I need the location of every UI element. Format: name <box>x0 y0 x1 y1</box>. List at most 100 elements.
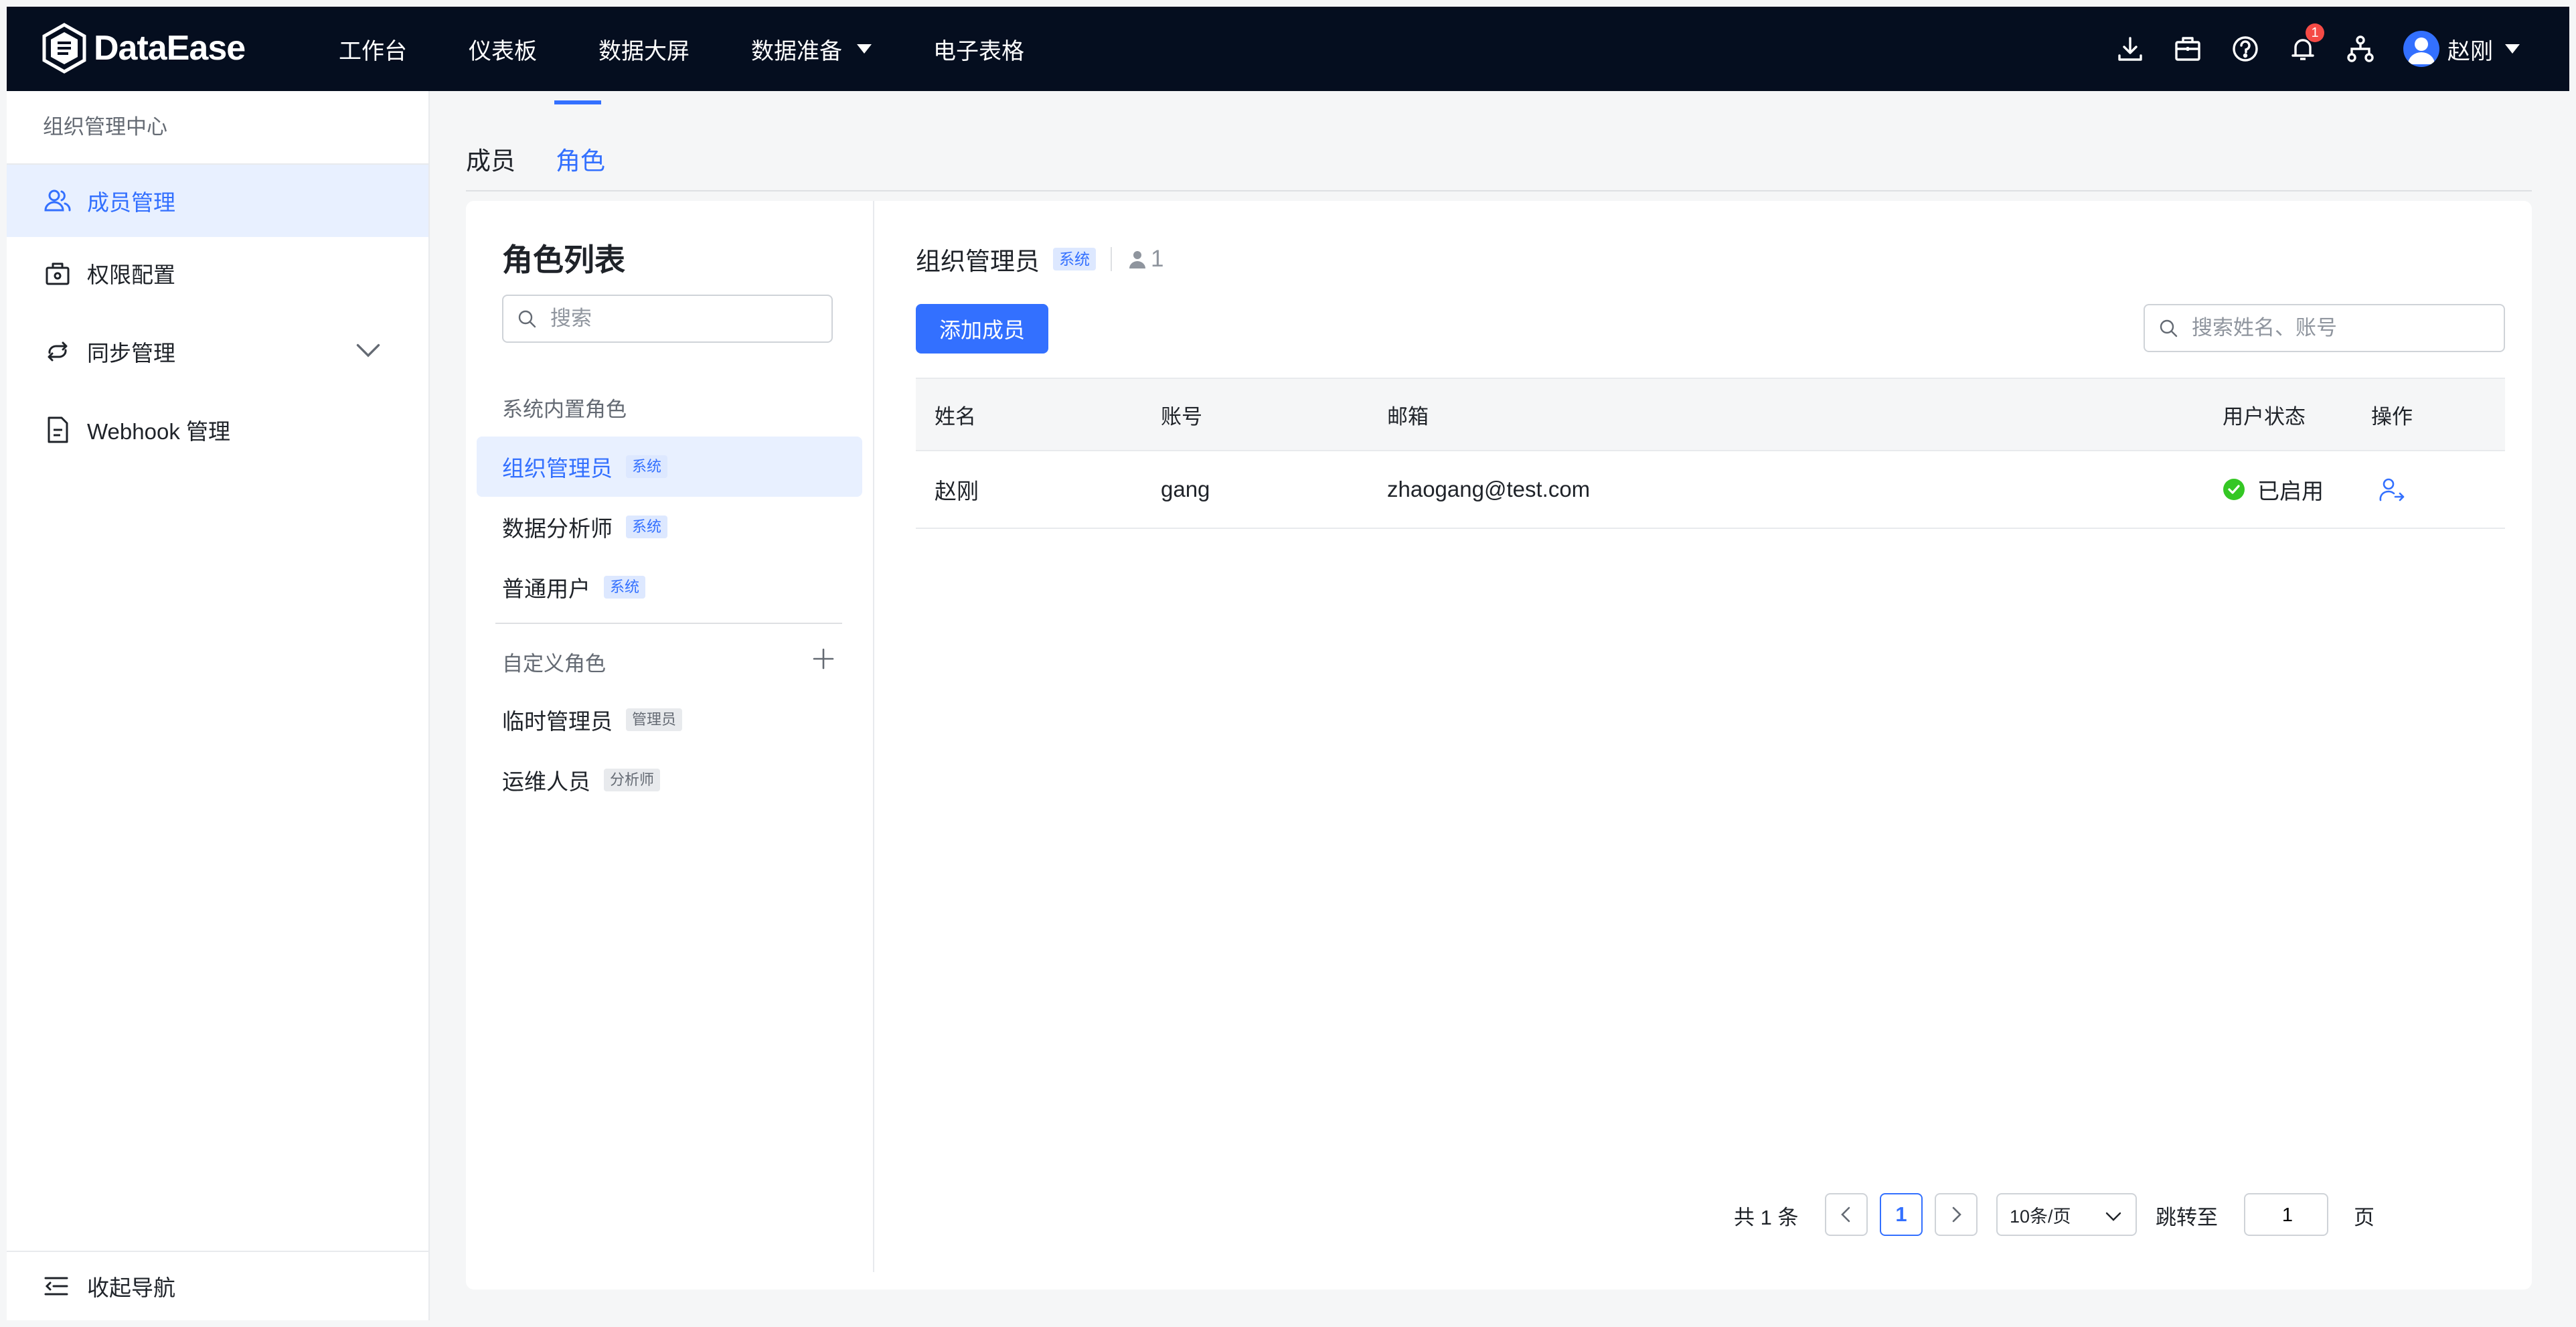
caret-down-icon <box>2505 44 2520 54</box>
app-window: DataEase 工作台 仪表板 数据大屏 数据准备 电子表格 1 赵刚 组织管… <box>7 7 2569 1320</box>
search-icon <box>518 310 536 328</box>
nav-data-prep[interactable]: 数据准备 <box>751 33 872 66</box>
sidebar-item-label: 权限配置 <box>87 262 175 287</box>
next-page-button[interactable] <box>1935 1193 1978 1236</box>
chevron-left-icon <box>1841 1206 1850 1223</box>
column-header-email: 邮箱 <box>1387 404 1429 428</box>
document-icon <box>48 416 68 443</box>
nav-dashboard[interactable]: 仪表板 <box>469 33 537 66</box>
role-item-ops[interactable]: 运维人员 分析师 <box>477 750 862 810</box>
tab-members[interactable]: 成员 <box>466 141 515 177</box>
tab-roles[interactable]: 角色 <box>556 141 605 177</box>
header-divider <box>1111 247 1112 271</box>
member-search <box>2144 304 2505 352</box>
role-list-title: 角色列表 <box>502 242 625 277</box>
sidebar-item-sync[interactable]: 同步管理 <box>7 309 428 394</box>
sidebar-item-label: 成员管理 <box>87 190 175 215</box>
jump-label: 跳转至 <box>2156 1205 2218 1229</box>
page-size-select[interactable]: 10条/页 <box>1996 1193 2137 1236</box>
org-tree-icon[interactable] <box>2346 34 2375 64</box>
lock-bag-icon <box>46 262 70 285</box>
briefcase-icon[interactable] <box>2173 34 2202 64</box>
user-name: 赵刚 <box>2447 38 2493 64</box>
role-detail-tag: 系统 <box>1053 248 1096 270</box>
logo[interactable]: DataEase <box>42 23 246 74</box>
role-name: 普通用户 <box>502 576 590 601</box>
users-icon <box>44 189 71 212</box>
nav-label: 电子表格 <box>933 38 1024 64</box>
role-tag: 管理员 <box>626 708 683 731</box>
check-circle-icon <box>2223 479 2245 500</box>
avatar <box>2403 31 2439 67</box>
sidebar-item-webhook[interactable]: Webhook 管理 <box>7 394 428 466</box>
cell-name: 赵刚 <box>935 479 979 503</box>
chevron-down-icon[interactable] <box>353 335 383 364</box>
top-bar: DataEase 工作台 仪表板 数据大屏 数据准备 电子表格 1 赵刚 <box>7 7 2569 91</box>
chevron-down-icon <box>2105 1212 2121 1221</box>
cell-actions <box>2371 451 2405 528</box>
member-search-input[interactable] <box>2190 315 2447 341</box>
download-icon[interactable] <box>2115 34 2145 64</box>
sidebar-item-label: Webhook 管理 <box>87 419 230 444</box>
sidebar-title: 组织管理中心 <box>7 91 428 165</box>
role-group-divider <box>495 623 842 624</box>
collapse-nav-label: 收起导航 <box>87 1275 175 1300</box>
column-header-status: 用户状态 <box>2223 404 2306 428</box>
column-header-name: 姓名 <box>935 404 976 428</box>
sidebar-item-members[interactable]: 成员管理 <box>7 165 428 237</box>
table-header: 姓名 账号 邮箱 用户状态 操作 <box>916 378 2505 451</box>
total-count: 共 1 条 <box>1734 1205 1799 1229</box>
pagination: 共 1 条 1 10条/页 跳转至 页 <box>874 1193 2505 1237</box>
builtin-roles-heading: 系统内置角色 <box>502 398 627 421</box>
notification-bell[interactable]: 1 <box>2288 23 2324 64</box>
chevron-right-icon <box>1952 1206 1961 1223</box>
page-number-current[interactable]: 1 <box>1880 1193 1923 1236</box>
cell-email: zhaogang@test.com <box>1387 477 1591 501</box>
page-suffix: 页 <box>2354 1205 2374 1229</box>
role-tag: 系统 <box>604 576 646 599</box>
remove-member-icon[interactable] <box>2378 476 2405 503</box>
person-icon <box>1129 251 1145 268</box>
role-tag: 系统 <box>626 516 668 538</box>
caret-down-icon <box>857 44 872 54</box>
role-name: 数据分析师 <box>502 516 613 541</box>
member-table: 姓名 账号 邮箱 用户状态 操作 赵刚 gang zhaogang@test.c… <box>916 378 2505 529</box>
role-search-input[interactable] <box>549 306 806 331</box>
custom-roles-heading: 自定义角色 <box>502 652 606 676</box>
sidebar-item-permissions[interactable]: 权限配置 <box>7 237 428 309</box>
role-name: 组织管理员 <box>502 456 613 481</box>
tab-bar: 成员 角色 <box>466 91 2532 191</box>
column-header-actions: 操作 <box>2371 404 2413 428</box>
user-menu[interactable]: 赵刚 <box>2403 31 2520 67</box>
role-detail-name: 组织管理员 <box>916 248 1040 275</box>
nav-data-screen[interactable]: 数据大屏 <box>598 33 690 66</box>
status-text: 已启用 <box>2257 479 2324 503</box>
role-detail-panel: 组织管理员 系统 1 添加成员 姓名 账号 邮箱 用户状态 操作 <box>874 201 2532 1290</box>
prev-page-button[interactable] <box>1825 1193 1868 1236</box>
active-tab-indicator <box>554 100 601 104</box>
collapse-menu-icon <box>44 1277 68 1296</box>
role-tag: 系统 <box>626 455 668 478</box>
add-member-button[interactable]: 添加成员 <box>916 304 1048 354</box>
jump-input-box <box>2244 1193 2330 1236</box>
brand-name: DataEase <box>94 29 246 68</box>
member-count-value: 1 <box>1151 246 1164 272</box>
role-item-temp-admin[interactable]: 临时管理员 管理员 <box>477 690 862 750</box>
collapse-nav-button[interactable]: 收起导航 <box>7 1251 428 1320</box>
jump-page-input[interactable] <box>2245 1194 2330 1236</box>
column-header-account: 账号 <box>1161 404 1202 428</box>
dataease-logo-icon <box>42 23 86 74</box>
nav-spreadsheet[interactable]: 电子表格 <box>933 33 1024 66</box>
role-list-panel: 角色列表 系统内置角色 组织管理员 系统 数据分析师 系统 普通用户 系统 自定… <box>466 201 874 1272</box>
role-item-data-analyst[interactable]: 数据分析师 系统 <box>477 497 862 557</box>
role-item-normal-user[interactable]: 普通用户 系统 <box>477 557 862 617</box>
help-icon[interactable] <box>2231 34 2260 64</box>
add-role-icon[interactable] <box>810 645 837 672</box>
role-item-org-admin[interactable]: 组织管理员 系统 <box>477 437 862 497</box>
role-name: 运维人员 <box>502 769 590 794</box>
cell-status: 已启用 <box>2223 451 2324 528</box>
nav-workbench[interactable]: 工作台 <box>339 33 407 66</box>
role-tag: 分析师 <box>604 769 661 791</box>
nav-label: 数据大屏 <box>598 38 690 64</box>
member-count: 1 <box>1127 246 1163 272</box>
